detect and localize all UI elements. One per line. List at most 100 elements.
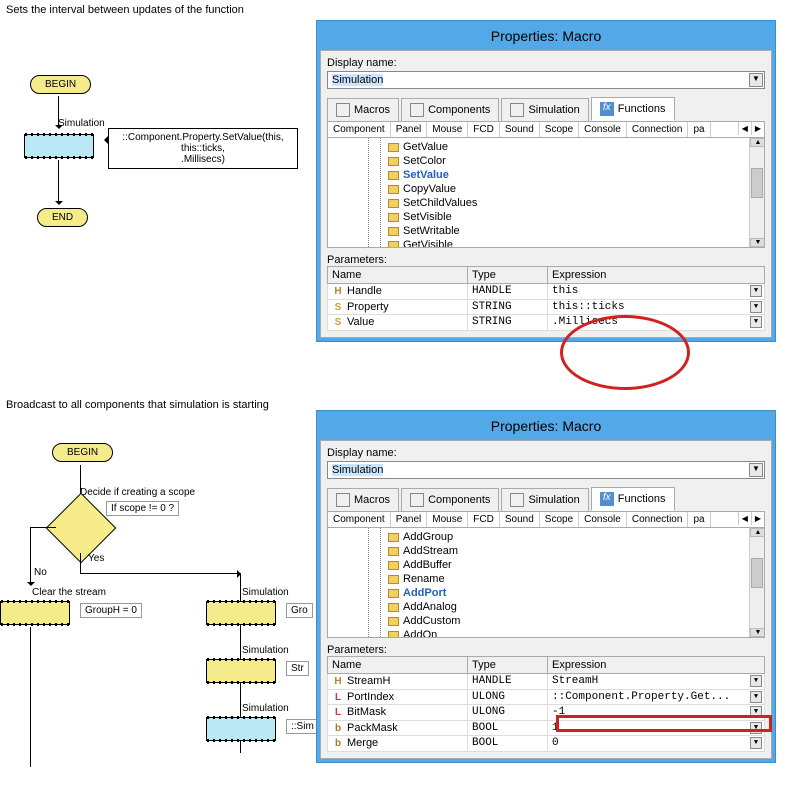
subtab-pa[interactable]: pa — [688, 512, 710, 527]
col-type[interactable]: Type — [468, 267, 548, 284]
tab-functions[interactable]: fxFunctions — [591, 487, 675, 511]
scroll-left-icon[interactable]: ◀ — [738, 122, 751, 135]
tab-components[interactable]: Components — [401, 488, 499, 511]
tree-item[interactable]: SetChildValues — [328, 196, 764, 210]
tab-functions[interactable]: fxFunctions — [591, 97, 675, 121]
col-expression[interactable]: Expression — [548, 267, 765, 284]
tab-macros[interactable]: Macros — [327, 488, 399, 511]
yes-label: Yes — [88, 553, 104, 564]
decision-diamond[interactable] — [46, 493, 117, 564]
expr-input[interactable]: 1 — [552, 722, 692, 734]
dropdown-icon[interactable]: ▼ — [749, 463, 763, 477]
function-tree[interactable]: AddGroup AddStream AddBuffer Rename AddP… — [327, 528, 765, 638]
components-icon — [410, 103, 424, 117]
tree-item[interactable]: CopyValue — [328, 182, 764, 196]
subtab-fcd[interactable]: FCD — [468, 122, 500, 137]
expr-input[interactable]: this — [552, 285, 692, 297]
col-expression[interactable]: Expression — [548, 657, 765, 674]
dropdown-icon[interactable]: ▼ — [750, 285, 762, 297]
tree-item[interactable]: AddAnalog — [328, 600, 764, 614]
tree-item[interactable]: GetValue — [328, 140, 764, 154]
tree-item-selected[interactable]: SetValue — [328, 168, 764, 182]
dropdown-icon[interactable]: ▼ — [750, 316, 762, 328]
dropdown-icon[interactable]: ▼ — [750, 301, 762, 313]
decide-label: Decide if creating a scope — [80, 487, 195, 498]
sim-process-highlight[interactable] — [206, 717, 276, 741]
col-name[interactable]: Name — [328, 657, 468, 674]
expr-input[interactable]: .Millisecs — [552, 316, 692, 328]
subtab-console[interactable]: Console — [579, 122, 627, 137]
folder-icon — [388, 589, 399, 598]
tree-item[interactable]: SetWritable — [328, 224, 764, 238]
tab-macros[interactable]: Macros — [327, 98, 399, 121]
tree-item[interactable]: Rename — [328, 572, 764, 586]
panel-title: Properties: Macro — [320, 24, 772, 50]
subtab-component[interactable]: Component — [328, 512, 391, 527]
subtab-mouse[interactable]: Mouse — [427, 512, 468, 527]
tree-item[interactable]: AddStream — [328, 544, 764, 558]
subtab-sound[interactable]: Sound — [500, 122, 540, 137]
expr-input[interactable]: ::Component.Property.Get... — [552, 691, 730, 703]
subtab-scope[interactable]: Scope — [540, 122, 579, 137]
display-name-select[interactable]: Simulation ▼ — [327, 71, 765, 89]
dropdown-icon[interactable]: ▼ — [750, 675, 762, 687]
simulation-icon — [510, 103, 524, 117]
subtab-pa[interactable]: pa — [688, 122, 710, 137]
tree-item[interactable]: SetColor — [328, 154, 764, 168]
dropdown-icon[interactable]: ▼ — [749, 73, 763, 87]
subtab-console[interactable]: Console — [579, 512, 627, 527]
subtab-panel[interactable]: Panel — [391, 512, 428, 527]
dropdown-icon[interactable]: ▼ — [750, 706, 762, 718]
subtab-sound[interactable]: Sound — [500, 512, 540, 527]
tree-item[interactable]: AddOn — [328, 628, 764, 638]
tab-components[interactable]: Components — [401, 98, 499, 121]
tree-item[interactable]: SetVisible — [328, 210, 764, 224]
scroll-right-icon[interactable]: ▶ — [751, 512, 764, 525]
subtab-component[interactable]: Component — [328, 122, 391, 137]
macros-icon — [336, 103, 350, 117]
tree-item[interactable]: AddBuffer — [328, 558, 764, 572]
tree-item[interactable]: AddGroup — [328, 530, 764, 544]
subtab-scope[interactable]: Scope — [540, 512, 579, 527]
param-row: bMerge BOOL 0▼ — [328, 736, 765, 752]
subtab-connection[interactable]: Connection — [627, 122, 689, 137]
scrollbar[interactable] — [749, 528, 764, 637]
folder-icon — [388, 227, 399, 236]
tree-item-selected[interactable]: AddPort — [328, 586, 764, 600]
subtab-mouse[interactable]: Mouse — [427, 122, 468, 137]
sim-label: Simulation — [58, 118, 105, 129]
tab-simulation[interactable]: Simulation — [501, 488, 588, 511]
folder-icon — [388, 143, 399, 152]
subtab-panel[interactable]: Panel — [391, 122, 428, 137]
scope-condition: If scope != 0 ? — [106, 501, 179, 516]
expr-input[interactable]: StreamH — [552, 675, 692, 687]
clear-process[interactable] — [0, 601, 70, 625]
display-name-select[interactable]: Simulation ▼ — [327, 461, 765, 479]
sim-process[interactable] — [206, 601, 276, 625]
dropdown-icon[interactable]: ▼ — [750, 691, 762, 703]
function-tree[interactable]: GetValue SetColor SetValue CopyValue Set… — [327, 138, 765, 248]
col-name[interactable]: Name — [328, 267, 468, 284]
sim-process[interactable] — [206, 659, 276, 683]
bool-type-icon: b — [332, 738, 344, 750]
subtab-connection[interactable]: Connection — [627, 512, 689, 527]
scroll-right-icon[interactable]: ▶ — [751, 122, 764, 135]
ulong-type-icon: L — [332, 691, 344, 703]
components-icon — [410, 493, 424, 507]
col-type[interactable]: Type — [468, 657, 548, 674]
connector — [58, 160, 59, 204]
tab-simulation[interactable]: Simulation — [501, 98, 588, 121]
tree-item[interactable]: GetVisible — [328, 238, 764, 248]
expr-input[interactable]: -1 — [552, 706, 692, 718]
tree-item[interactable]: AddCustom — [328, 614, 764, 628]
dropdown-icon[interactable]: ▼ — [750, 737, 762, 749]
subtab-fcd[interactable]: FCD — [468, 512, 500, 527]
scroll-left-icon[interactable]: ◀ — [738, 512, 751, 525]
sim-process[interactable] — [24, 134, 94, 158]
properties-panel-2: Properties: Macro Display name: Simulati… — [316, 410, 776, 763]
scrollbar[interactable] — [749, 138, 764, 247]
dropdown-icon[interactable]: ▼ — [750, 722, 762, 734]
folder-icon — [388, 575, 399, 584]
expr-input[interactable]: this::ticks — [552, 301, 692, 313]
expr-input[interactable]: 0 — [552, 737, 692, 749]
